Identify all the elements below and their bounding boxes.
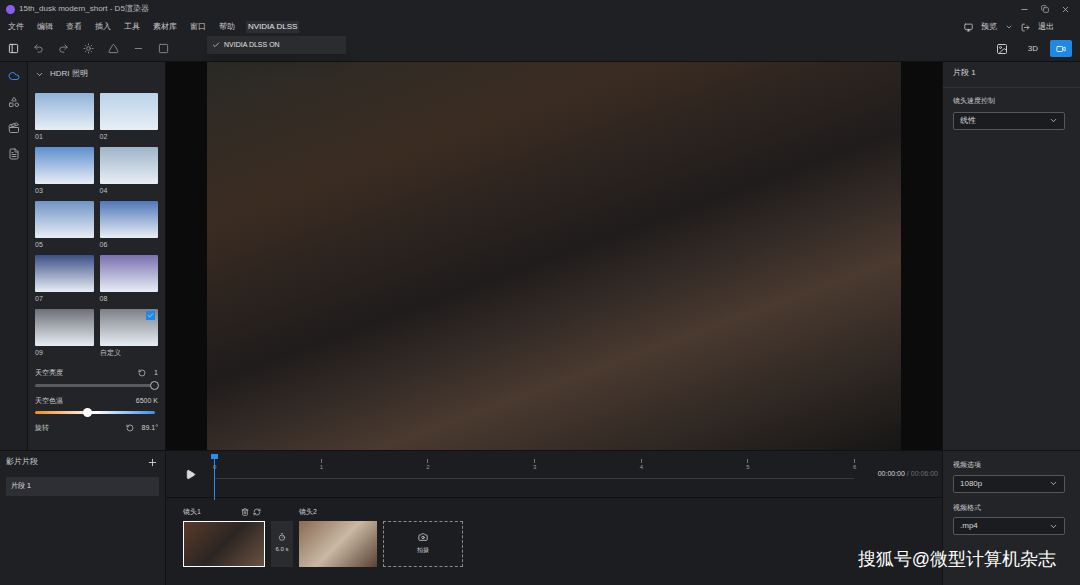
toolbar: 3D bbox=[0, 36, 1080, 62]
box-icon[interactable] bbox=[158, 43, 169, 54]
reset-icon[interactable] bbox=[138, 369, 146, 377]
menu-item[interactable]: 素材库 bbox=[151, 21, 179, 33]
current-time: 00:00:00 bbox=[878, 470, 905, 477]
mode-3d-button[interactable]: 3D bbox=[1022, 40, 1044, 58]
left-nav bbox=[0, 62, 28, 450]
format-select[interactable]: .mp4 bbox=[953, 517, 1065, 535]
menu-bar: 文件编辑查看插入工具素材库窗口帮助 NVIDIA DLSS 预览 退出 bbox=[0, 18, 1080, 36]
camera-icon bbox=[1056, 44, 1066, 54]
add-shot-button[interactable]: 拍摄 bbox=[383, 521, 463, 567]
clip-title: 片段 1 bbox=[953, 67, 1070, 79]
check-icon bbox=[212, 41, 220, 49]
chevron-down-icon bbox=[1049, 522, 1058, 531]
clips-panel: 影片片段片段 1 bbox=[0, 451, 166, 585]
hdri-preset[interactable]: 03 bbox=[35, 147, 94, 196]
ruler[interactable]: 0123456 bbox=[214, 454, 854, 494]
render-view bbox=[207, 62, 901, 450]
preview-icon bbox=[964, 23, 973, 32]
undo-icon[interactable] bbox=[33, 43, 44, 54]
title-bar: 15th_dusk modern_short - D5渲染器 bbox=[0, 0, 1080, 18]
nav-icon[interactable] bbox=[8, 148, 20, 160]
hdri-panel: HDRI 照明 010203040506070809自定义天空亮度1 天空色温650… bbox=[28, 62, 166, 450]
hdri-preset[interactable]: 09 bbox=[35, 309, 94, 358]
delete-icon[interactable] bbox=[241, 508, 249, 516]
timer-icon bbox=[278, 533, 286, 541]
restore-icon[interactable] bbox=[1041, 5, 1049, 13]
dlss-menu: NVIDIA DLSS ON bbox=[207, 36, 346, 54]
menu-item[interactable]: NVIDIA DLSS bbox=[246, 21, 299, 33]
nav-icon[interactable] bbox=[8, 122, 20, 134]
image-icon[interactable] bbox=[996, 43, 1008, 55]
shot[interactable]: 镜头2 bbox=[299, 507, 377, 567]
check-icon bbox=[146, 311, 155, 320]
sun-icon[interactable] bbox=[83, 43, 94, 54]
hdri-preset[interactable]: 06 bbox=[100, 201, 159, 250]
hdri-preset[interactable]: 05 bbox=[35, 201, 94, 250]
timeline-area: 0123456 00:00:00 / 00:06:00 镜头1 6.0 s 镜头2拍摄 bbox=[166, 451, 942, 585]
logo-icon bbox=[6, 5, 15, 14]
mode-camera-button[interactable] bbox=[1050, 40, 1072, 57]
play-icon[interactable] bbox=[185, 469, 196, 480]
menu-item[interactable]: 查看 bbox=[64, 21, 84, 33]
exit-button[interactable]: 退出 bbox=[1038, 21, 1054, 33]
nav-icon[interactable] bbox=[8, 70, 20, 82]
slider-track[interactable] bbox=[35, 384, 155, 387]
nav-icon[interactable] bbox=[8, 96, 20, 108]
hdri-title: HDRI 照明 bbox=[50, 68, 88, 80]
slider-row: 天空亮度1 bbox=[35, 368, 158, 387]
shot-duration[interactable]: 6.0 s bbox=[271, 521, 293, 567]
line-icon[interactable] bbox=[133, 43, 144, 54]
add-clip-icon[interactable] bbox=[147, 457, 158, 468]
right-panel: 片段 1镜头速度控制线性 bbox=[942, 62, 1080, 450]
menu-item[interactable]: 窗口 bbox=[188, 21, 208, 33]
speed-select[interactable]: 线性 bbox=[953, 112, 1065, 130]
panel-icon[interactable] bbox=[8, 43, 19, 54]
preview-button[interactable]: 预览 bbox=[981, 21, 997, 33]
shot[interactable]: 镜头1 bbox=[183, 507, 265, 567]
menu-item[interactable]: 编辑 bbox=[35, 21, 55, 33]
playhead[interactable] bbox=[214, 454, 215, 500]
menu-item[interactable]: 插入 bbox=[93, 21, 113, 33]
hdri-preset[interactable]: 自定义 bbox=[100, 309, 159, 358]
window-title: 15th_dusk modern_short - D5渲染器 bbox=[19, 3, 149, 15]
hdri-preset[interactable]: 02 bbox=[100, 93, 159, 142]
menu-item[interactable]: 帮助 bbox=[217, 21, 237, 33]
resolution-select[interactable]: 1080p bbox=[953, 475, 1065, 493]
slider-row: 天空色温6500 K bbox=[35, 396, 158, 415]
hdri-preset[interactable]: 04 bbox=[100, 147, 159, 196]
chevron-down-icon bbox=[1049, 116, 1058, 125]
watermark: 搜狐号@微型计算机杂志 bbox=[858, 546, 1056, 573]
cone-icon[interactable] bbox=[108, 43, 119, 54]
menu-item[interactable]: 工具 bbox=[122, 21, 142, 33]
hdri-preset[interactable]: 08 bbox=[100, 255, 159, 304]
camera-icon bbox=[418, 532, 428, 542]
slider-track[interactable] bbox=[35, 411, 155, 414]
chevron-down-icon bbox=[1049, 479, 1058, 488]
viewport[interactable] bbox=[166, 62, 942, 450]
hdri-preset[interactable]: 01 bbox=[35, 93, 94, 142]
expand-icon[interactable] bbox=[35, 70, 44, 79]
clip-item[interactable]: 片段 1 bbox=[6, 477, 159, 496]
chevron-down-icon[interactable] bbox=[1005, 23, 1013, 31]
app: 15th_dusk modern_short - D5渲染器文件编辑查看插入工具… bbox=[0, 0, 1080, 585]
exit-icon bbox=[1021, 23, 1030, 32]
dlss-menu-item[interactable]: NVIDIA DLSS ON bbox=[207, 38, 346, 52]
refresh-icon[interactable] bbox=[253, 508, 261, 516]
menu-item[interactable]: 文件 bbox=[6, 21, 26, 33]
close-icon[interactable] bbox=[1061, 5, 1070, 14]
total-time: / 00:06:00 bbox=[905, 470, 938, 477]
reset-icon[interactable] bbox=[126, 424, 134, 432]
redo-icon[interactable] bbox=[58, 43, 69, 54]
slider-row: 旋转89.1° bbox=[35, 423, 158, 434]
hdri-preset[interactable]: 07 bbox=[35, 255, 94, 304]
minimize-icon[interactable] bbox=[1020, 5, 1029, 14]
